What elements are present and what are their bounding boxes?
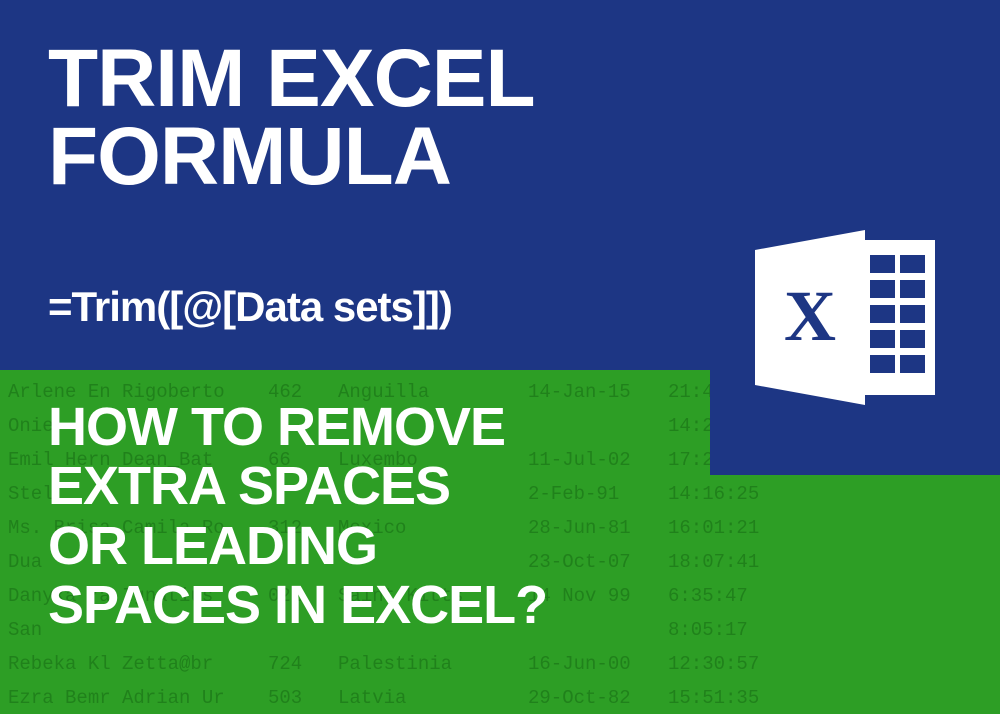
subtitle-line-4: SPACES IN EXCEL? xyxy=(48,576,547,635)
table-row: Ezra Bemr Adrian Ur 503 Latvia 29-Oct-82… xyxy=(8,681,992,714)
subtitle-line-1: HOW TO REMOVE xyxy=(48,398,547,457)
main-title: TRIM EXCEL FORMULA xyxy=(48,40,535,196)
title-line-2: FORMULA xyxy=(48,118,535,196)
excel-icon: X xyxy=(745,225,945,410)
promo-image-container: TRIM EXCEL FORMULA =Trim([@[Data sets]])… xyxy=(0,0,1000,714)
table-row: Rebeka Kl Zetta@br 724 Palestinia 16-Jun… xyxy=(8,647,992,681)
subtitle-line-3: OR LEADING xyxy=(48,517,547,576)
subtitle-line-2: EXTRA SPACES xyxy=(48,457,547,516)
svg-text:X: X xyxy=(784,276,836,356)
subtitle: HOW TO REMOVE EXTRA SPACES OR LEADING SP… xyxy=(48,398,547,636)
title-line-1: TRIM EXCEL xyxy=(48,40,535,118)
formula-text: =Trim([@[Data sets]]) xyxy=(48,283,452,331)
